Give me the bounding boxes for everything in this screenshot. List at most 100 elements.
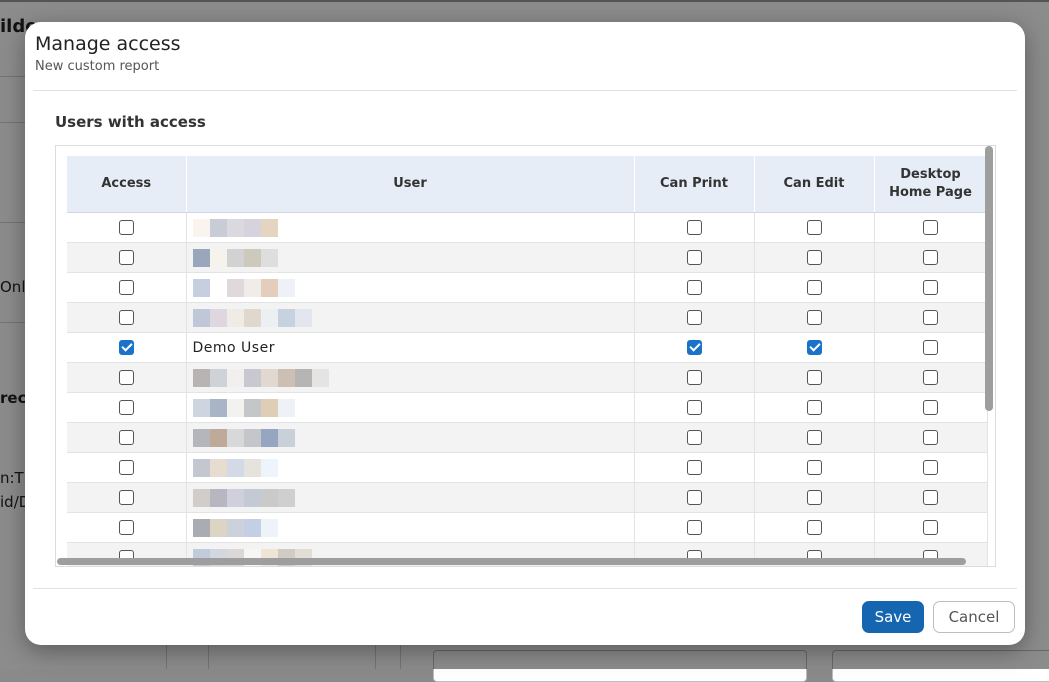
redacted-user-name	[192, 428, 295, 447]
table-header-row: Access User Can Print Can Edit Desktop H…	[67, 156, 988, 213]
access-cell	[67, 422, 187, 453]
desktop-home-page-checkbox[interactable]	[923, 489, 938, 505]
desktop-home-page-checkbox[interactable]	[923, 519, 938, 535]
horizontal-scrollbar[interactable]	[57, 558, 966, 565]
can-print-checkbox[interactable]	[686, 279, 702, 295]
access-cell	[67, 392, 187, 423]
desktop-home-page-cell	[874, 512, 988, 543]
can-print-checkbox[interactable]	[686, 249, 702, 265]
access-checkbox[interactable]	[118, 429, 134, 445]
column-header-desktop-home-page[interactable]: Desktop Home Page	[874, 156, 988, 213]
redaction-block	[209, 218, 227, 237]
desktop-home-page-checkbox[interactable]	[923, 399, 938, 415]
can-print-cell	[634, 332, 755, 363]
redaction-block	[209, 278, 227, 297]
user-cell	[186, 512, 635, 543]
can-print-checkbox[interactable]	[686, 459, 702, 475]
column-header-can-edit[interactable]: Can Edit	[754, 156, 875, 213]
redaction-block	[209, 428, 227, 447]
header-divider	[33, 90, 1017, 91]
can-print-checkbox[interactable]	[686, 369, 702, 385]
user-cell	[186, 272, 635, 303]
access-checkbox[interactable]	[118, 459, 134, 475]
redaction-block	[192, 368, 210, 387]
redacted-user-name	[192, 458, 278, 477]
can-edit-checkbox[interactable]	[806, 369, 822, 385]
redaction-block	[243, 278, 261, 297]
can-print-checkbox[interactable]	[686, 519, 702, 535]
access-checkbox[interactable]	[118, 249, 134, 265]
desktop-home-page-checkbox[interactable]	[923, 249, 938, 265]
desktop-home-page-checkbox[interactable]	[923, 369, 938, 385]
redacted-user-name	[192, 218, 278, 237]
desktop-home-page-checkbox[interactable]	[923, 309, 938, 325]
can-edit-checkbox[interactable]	[806, 429, 822, 445]
redaction-block	[243, 308, 261, 327]
can-edit-checkbox[interactable]	[806, 309, 822, 325]
can-print-checkbox[interactable]	[686, 399, 702, 415]
can-print-checkbox[interactable]	[686, 309, 702, 325]
can-edit-cell	[754, 242, 875, 273]
can-edit-checkbox[interactable]	[806, 489, 822, 505]
access-cell	[67, 272, 187, 303]
redaction-block	[192, 248, 210, 267]
user-cell	[186, 482, 635, 513]
table-row	[67, 482, 988, 513]
access-checkbox[interactable]	[118, 489, 134, 505]
access-checkbox[interactable]	[118, 369, 134, 385]
can-edit-checkbox[interactable]	[806, 249, 822, 265]
access-checkbox[interactable]	[118, 279, 134, 295]
can-print-cell	[634, 452, 755, 483]
can-print-cell	[634, 272, 755, 303]
user-cell	[186, 362, 635, 393]
column-header-access[interactable]: Access	[67, 156, 187, 213]
desktop-home-page-checkbox[interactable]	[923, 339, 938, 355]
desktop-home-page-cell	[874, 332, 988, 363]
can-edit-checkbox[interactable]	[806, 219, 822, 235]
save-button[interactable]: Save	[862, 601, 924, 633]
can-print-checkbox[interactable]	[686, 429, 702, 445]
redacted-user-name	[192, 278, 295, 297]
user-cell	[186, 422, 635, 453]
user-cell	[186, 302, 635, 333]
can-edit-checkbox[interactable]	[806, 339, 822, 355]
can-edit-checkbox[interactable]	[806, 279, 822, 295]
manage-access-dialog: Manage access New custom report Users wi…	[25, 22, 1025, 645]
access-checkbox[interactable]	[118, 339, 134, 355]
can-edit-checkbox[interactable]	[806, 399, 822, 415]
vertical-scrollbar[interactable]	[985, 146, 993, 411]
column-header-user[interactable]: User	[186, 156, 635, 213]
redaction-block	[260, 368, 278, 387]
dialog-subtitle: New custom report	[35, 59, 160, 74]
can-edit-cell	[754, 332, 875, 363]
cancel-button[interactable]: Cancel	[933, 601, 1015, 633]
can-print-checkbox[interactable]	[686, 219, 702, 235]
dialog-title: Manage access	[35, 33, 181, 55]
column-header-can-print[interactable]: Can Print	[634, 156, 755, 213]
can-print-checkbox[interactable]	[686, 339, 702, 355]
can-edit-checkbox[interactable]	[806, 459, 822, 475]
access-cell	[67, 212, 187, 243]
users-table-container[interactable]: Access User Can Print Can Edit Desktop H…	[55, 145, 996, 567]
access-checkbox[interactable]	[118, 309, 134, 325]
access-cell	[67, 362, 187, 393]
access-cell	[67, 512, 187, 543]
desktop-home-page-cell	[874, 422, 988, 453]
redaction-block	[192, 488, 210, 507]
access-checkbox[interactable]	[118, 519, 134, 535]
desktop-home-page-checkbox[interactable]	[923, 429, 938, 445]
desktop-home-page-checkbox[interactable]	[923, 219, 938, 235]
can-print-checkbox[interactable]	[686, 489, 702, 505]
user-cell: Demo User	[186, 332, 635, 363]
redaction-block	[277, 428, 295, 447]
redaction-block	[243, 368, 261, 387]
desktop-home-page-checkbox[interactable]	[923, 279, 938, 295]
redaction-block	[226, 458, 244, 477]
can-print-cell	[634, 362, 755, 393]
access-checkbox[interactable]	[118, 219, 134, 235]
user-name: Demo User	[192, 339, 275, 356]
access-checkbox[interactable]	[118, 399, 134, 415]
redaction-block	[209, 458, 227, 477]
desktop-home-page-checkbox[interactable]	[923, 459, 938, 475]
can-edit-checkbox[interactable]	[806, 519, 822, 535]
